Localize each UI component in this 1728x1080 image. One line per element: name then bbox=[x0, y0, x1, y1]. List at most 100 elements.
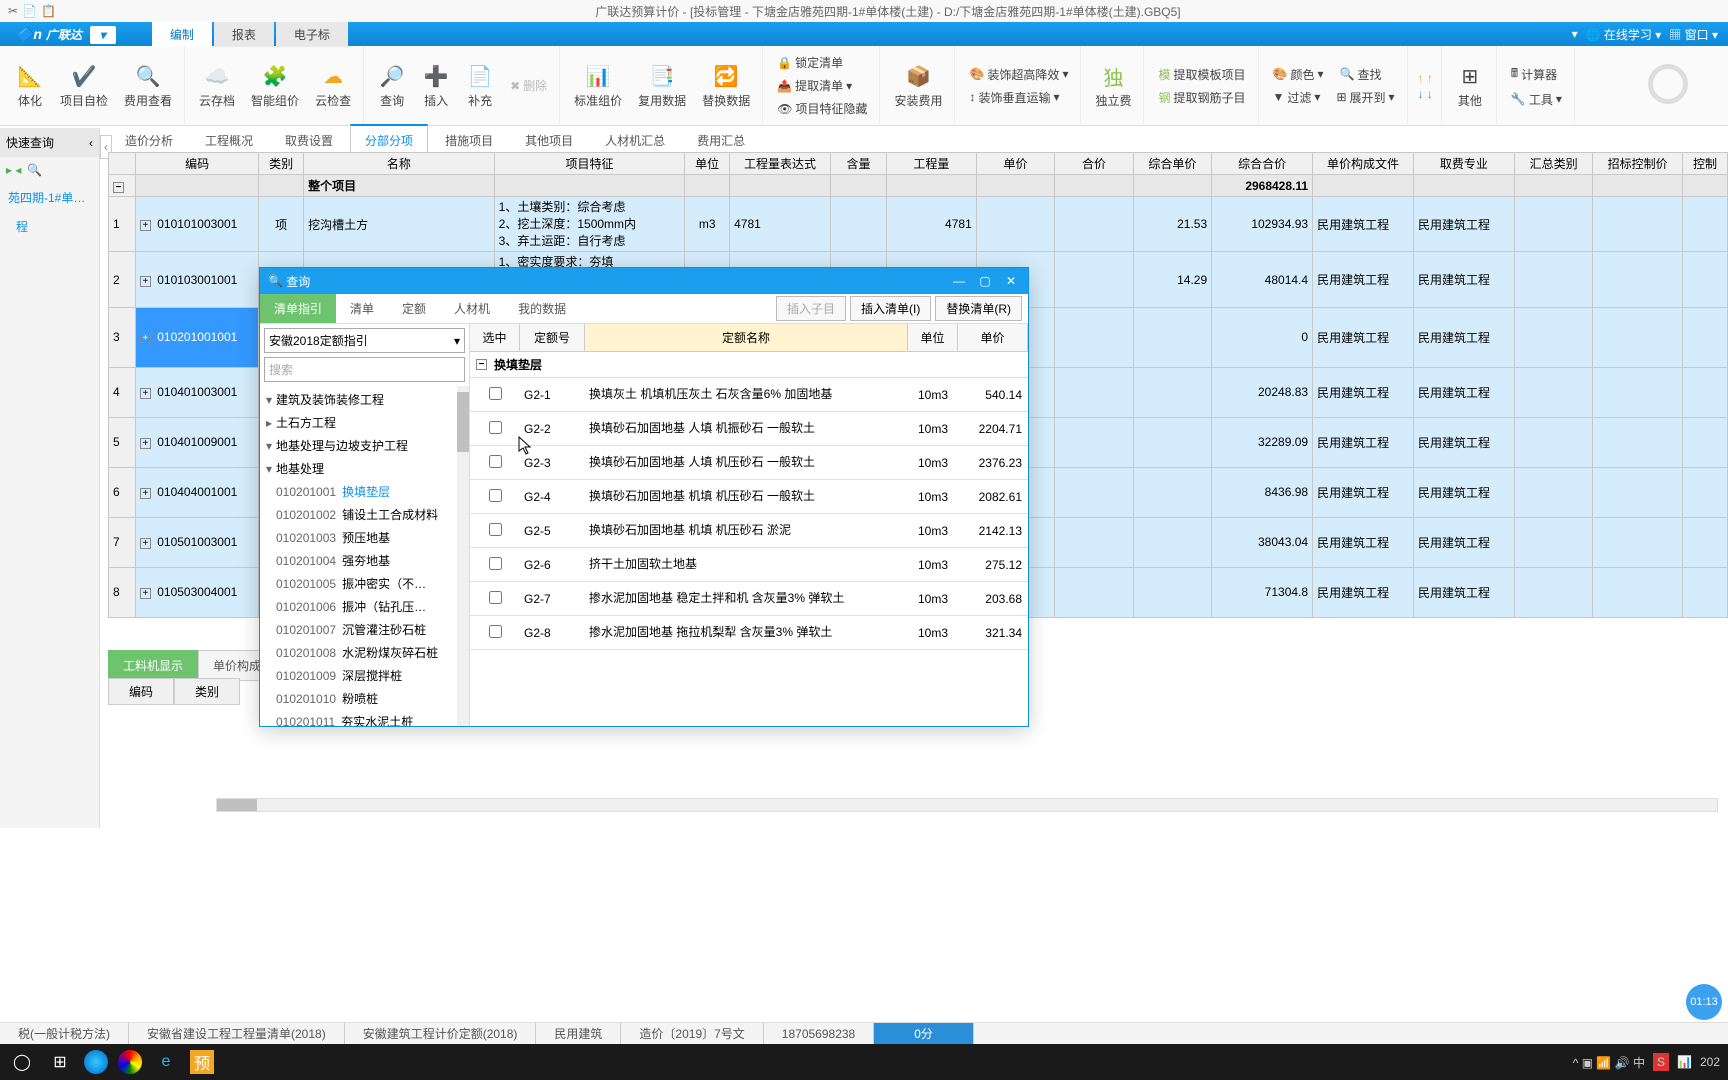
btn-supply[interactable]: 📄补充 bbox=[462, 60, 498, 111]
cut-icon[interactable]: ✂ bbox=[8, 4, 18, 18]
tree-scrollbar[interactable] bbox=[457, 386, 469, 726]
taskview-icon[interactable]: ⊞ bbox=[46, 1048, 74, 1076]
tree-node[interactable]: ▾建筑及装饰装修工程 bbox=[260, 388, 469, 411]
btn-insert-list[interactable]: 插入清单(I) bbox=[850, 296, 931, 321]
btn-installfee[interactable]: 📦安装费用 bbox=[890, 60, 946, 111]
btn-delete[interactable]: ✖ 删除 bbox=[506, 75, 551, 96]
btn-insert[interactable]: ➕插入 bbox=[418, 60, 454, 111]
edge-icon[interactable]: e bbox=[152, 1048, 180, 1076]
quota-row[interactable]: G2-7掺水泥加固地基 稳定土拌和机 含灰量3% 弹软土10m3203.68 bbox=[470, 582, 1028, 616]
row-checkbox[interactable] bbox=[489, 523, 502, 536]
tree-node[interactable]: 010201005振冲密实（不… bbox=[260, 572, 469, 595]
window-menu[interactable]: ▦ 窗口 ▾ bbox=[1669, 26, 1718, 43]
quick-query-header[interactable]: 快速查询‹ bbox=[0, 128, 99, 157]
btn-stdprice[interactable]: 📊标准组价 bbox=[570, 60, 626, 111]
paste-icon[interactable]: 📋 bbox=[41, 4, 56, 18]
btn-tools[interactable]: 🔧 工具 ▾ bbox=[1507, 89, 1566, 110]
tree-node[interactable]: 010201004强夯地基 bbox=[260, 549, 469, 572]
row-checkbox[interactable] bbox=[489, 455, 502, 468]
dlg-tab-4[interactable]: 我的数据 bbox=[504, 294, 580, 323]
row-checkbox[interactable] bbox=[489, 625, 502, 638]
tab-edit[interactable]: 编制 bbox=[152, 22, 212, 47]
online-study-link[interactable]: 🌐 在线学习 ▾ bbox=[1586, 26, 1662, 43]
btn-extract-tpl[interactable]: 模 提取模板项目 bbox=[1154, 64, 1249, 85]
move-arrows[interactable]: ↑ ↑↓ ↓ bbox=[1418, 71, 1433, 101]
btn-other[interactable]: ⊞其他 bbox=[1452, 60, 1488, 111]
btn-locklist[interactable]: 🔒 锁定清单 bbox=[773, 52, 871, 73]
btn-extract-steel[interactable]: 钢 提取钢筋子目 bbox=[1154, 87, 1249, 108]
tree-node[interactable]: ▾地基处理与边坡支护工程 bbox=[260, 434, 469, 457]
btn-insert-sub[interactable]: 插入子目 bbox=[776, 296, 846, 321]
btn-find[interactable]: 🔍 查找 bbox=[1336, 64, 1386, 85]
btn-indep-fee[interactable]: 独独立费 bbox=[1091, 60, 1135, 111]
app-icon-1[interactable] bbox=[84, 1050, 108, 1074]
h-scrollbar[interactable] bbox=[216, 798, 1718, 812]
row-checkbox[interactable] bbox=[489, 489, 502, 502]
quota-row[interactable]: G2-1换填灰土 机填机压灰土 石灰含量6% 加固地基10m3540.14 bbox=[470, 378, 1028, 412]
btn-query[interactable]: 🔎查询 bbox=[374, 60, 410, 111]
btn-selfcheck[interactable]: ✔️项目自检 bbox=[56, 60, 112, 111]
tree-node[interactable]: 010201007沉管灌注砂石桩 bbox=[260, 618, 469, 641]
row-checkbox[interactable] bbox=[489, 387, 502, 400]
tree-node[interactable]: 010201003预压地基 bbox=[260, 526, 469, 549]
tree-node[interactable]: 010201002铺设土工合成材料 bbox=[260, 503, 469, 526]
maximize-icon[interactable]: ▢ bbox=[976, 274, 994, 288]
btn-feeview[interactable]: 🔍费用查看 bbox=[120, 60, 176, 111]
btn-calc[interactable]: 🖩 计算器 bbox=[1507, 62, 1566, 87]
btn-filter[interactable]: ▼ 过滤 ▾ bbox=[1269, 87, 1325, 108]
tree-node[interactable]: 010201011夯实水泥土桩 bbox=[260, 710, 469, 726]
tab-ebid[interactable]: 电子标 bbox=[276, 22, 348, 47]
btn-expand[interactable]: ⊞ 展开到 ▾ bbox=[1332, 87, 1398, 108]
tree-toggle-icon[interactable]: ▸ ◂ bbox=[6, 163, 21, 177]
btn-decor-high[interactable]: 🎨 装饰超高降效 ▾ bbox=[965, 64, 1072, 85]
dlg-tab-0[interactable]: 清单指引 bbox=[260, 294, 336, 323]
category-tree[interactable]: ▾建筑及装饰装修工程▸土石方工程▾地基处理与边坡支护工程▾地基处理0102010… bbox=[260, 386, 469, 726]
search-input[interactable]: 搜索 bbox=[264, 357, 465, 382]
row-checkbox[interactable] bbox=[489, 557, 502, 570]
tree-node[interactable]: ▾地基处理 bbox=[260, 457, 469, 480]
minimize-icon[interactable]: — bbox=[950, 274, 968, 288]
tree-node[interactable]: 010201001换填垫层 bbox=[260, 480, 469, 503]
app-icon-3[interactable]: 预 bbox=[190, 1050, 214, 1074]
app-icon-2[interactable] bbox=[118, 1050, 142, 1074]
quota-row[interactable]: G2-5换填砂石加固地基 机填 机压砂石 淤泥10m32142.13 bbox=[470, 514, 1028, 548]
quota-combo[interactable]: 安徽2018定额指引▾ bbox=[264, 328, 465, 353]
btn-smartprice[interactable]: 🧩智能组价 bbox=[247, 60, 303, 111]
dialog-titlebar[interactable]: 🔍 查询 — ▢ ✕ bbox=[260, 268, 1028, 294]
bottom-tab-0[interactable]: 工料机显示 bbox=[108, 650, 198, 681]
btn-extractlist[interactable]: 📤 提取清单 ▾ bbox=[773, 75, 871, 96]
row-checkbox[interactable] bbox=[489, 591, 502, 604]
btn-replace-list[interactable]: 替换清单(R) bbox=[935, 296, 1022, 321]
tree-node[interactable]: 010201008水泥粉煤灰碎石桩 bbox=[260, 641, 469, 664]
quota-row[interactable]: G2-3换填砂石加固地基 人填 机压砂石 一般软土10m32376.23 bbox=[470, 446, 1028, 480]
quota-row[interactable]: G2-8掺水泥加固地基 拖拉机梨犁 含灰量3% 弹软土10m3321.34 bbox=[470, 616, 1028, 650]
tree-node[interactable]: 010201010粉喷桩 bbox=[260, 687, 469, 710]
start-icon[interactable]: ◯ bbox=[8, 1048, 36, 1076]
tree-node[interactable]: ▸土石方工程 bbox=[260, 411, 469, 434]
tree-node[interactable]: 010201006振冲（钻孔压… bbox=[260, 595, 469, 618]
left-tree-item[interactable]: 苑四期-1#单… bbox=[0, 183, 99, 212]
dropdown-icon[interactable]: ▾ bbox=[1572, 27, 1578, 41]
row-checkbox[interactable] bbox=[489, 421, 502, 434]
tab-report[interactable]: 报表 bbox=[214, 22, 274, 47]
close-icon[interactable]: ✕ bbox=[1002, 274, 1020, 288]
left-tree-sub[interactable]: 程 bbox=[0, 212, 99, 241]
btn-decor-vert[interactable]: ↕ 装饰垂直运输 ▾ bbox=[965, 87, 1072, 108]
dlg-tab-1[interactable]: 清单 bbox=[336, 294, 388, 323]
quota-row[interactable]: G2-6挤干土加固软土地基10m3275.12 bbox=[470, 548, 1028, 582]
tree-node[interactable]: 010201009深层搅拌桩 bbox=[260, 664, 469, 687]
btn-replace[interactable]: 🔁替换数据 bbox=[698, 60, 754, 111]
dlg-tab-3[interactable]: 人材机 bbox=[440, 294, 504, 323]
status-score[interactable]: 0分 bbox=[874, 1023, 974, 1044]
copy-icon[interactable]: 📄 bbox=[22, 4, 37, 18]
btn-cloudsave[interactable]: ☁️云存档 bbox=[195, 60, 239, 111]
btn-cloudcheck[interactable]: ☁云检查 bbox=[311, 60, 355, 111]
btn-reuse[interactable]: 📑复用数据 bbox=[634, 60, 690, 111]
btn-hidefeature[interactable]: 👁 项目特征隐藏 bbox=[773, 98, 871, 119]
btn-color[interactable]: 🎨 颜色 ▾ bbox=[1269, 64, 1328, 85]
quota-rows[interactable]: G2-1换填灰土 机填机压灰土 石灰含量6% 加固地基10m3540.14G2-… bbox=[470, 378, 1028, 726]
dlg-tab-2[interactable]: 定额 bbox=[388, 294, 440, 323]
system-tray[interactable]: ^ ▣ 📶 🔊 中 S 📊 202 bbox=[1573, 1053, 1720, 1071]
btn-integrate[interactable]: 📐体化 bbox=[12, 60, 48, 111]
quota-row[interactable]: G2-2换填砂石加固地基 人填 机振砂石 一般软土10m32204.71 bbox=[470, 412, 1028, 446]
